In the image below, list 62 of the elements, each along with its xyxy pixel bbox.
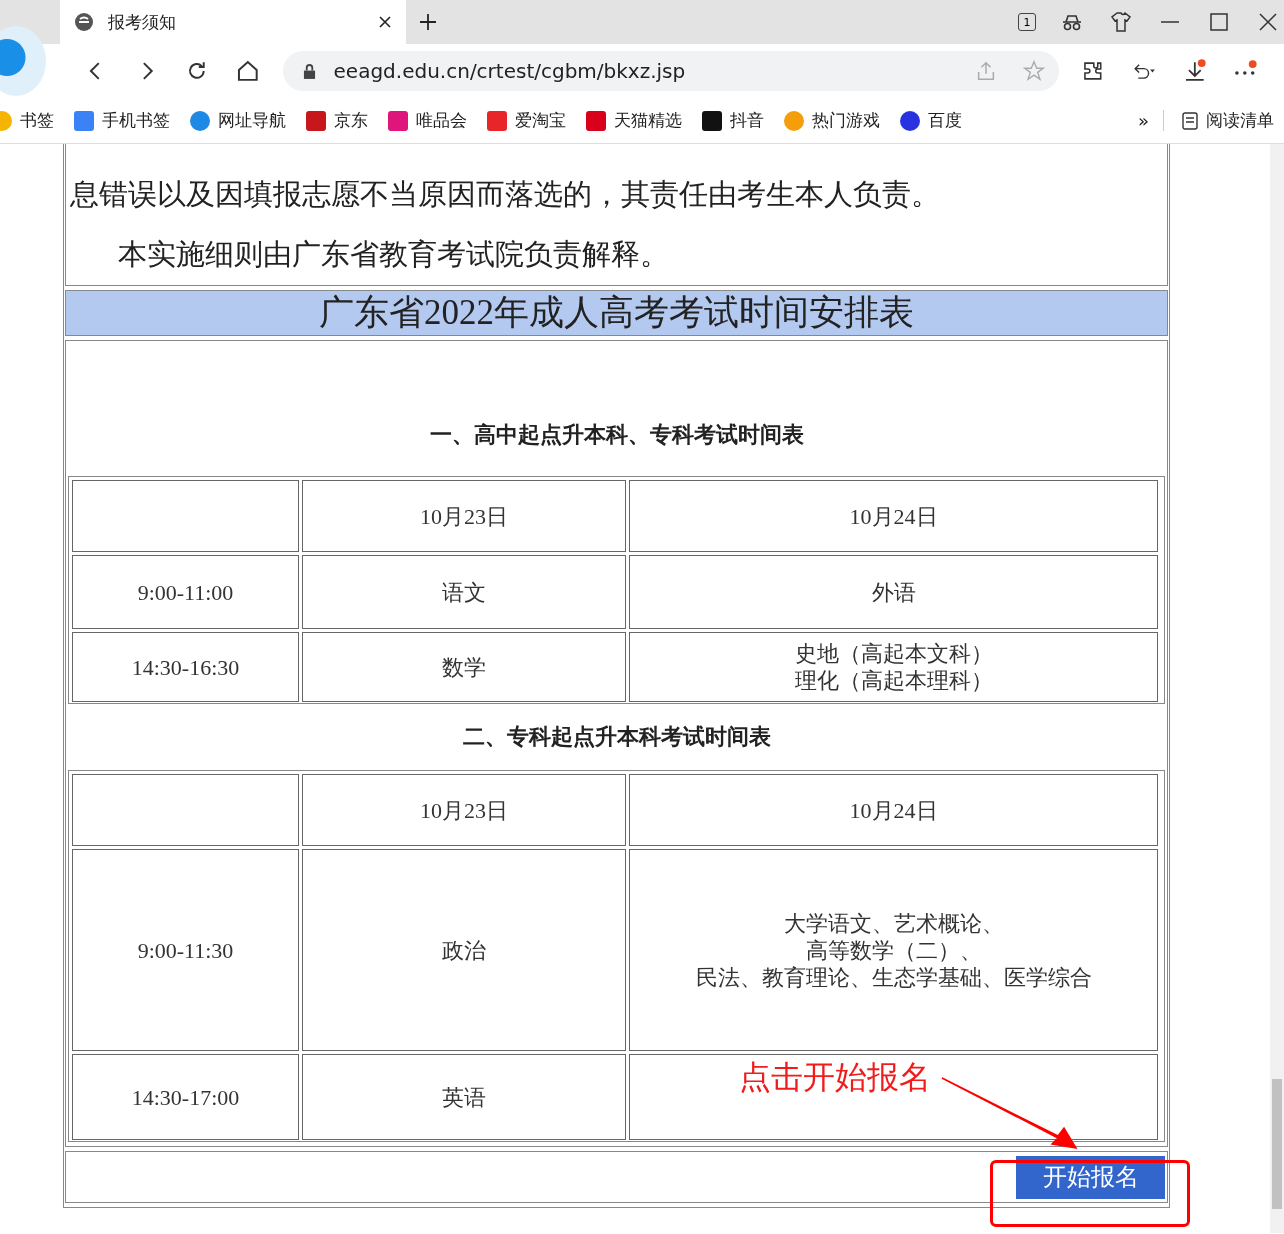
tab-title: 报考须知 (108, 10, 176, 34)
browser-logo-icon (0, 26, 46, 96)
tab-count-icon[interactable]: 1 (1018, 13, 1036, 31)
bookmark-item[interactable]: 爱淘宝 (487, 109, 566, 132)
reading-list-icon (1182, 111, 1198, 130)
close-icon[interactable] (378, 15, 392, 29)
bookmark-icon (306, 110, 326, 131)
table-cell: 数学 (302, 632, 626, 702)
bookmark-icon (900, 110, 920, 131)
cell-text: 史地（高起本文科） (794, 640, 993, 667)
section-heading: 二、专科起点升本科考试时间表 (461, 723, 772, 751)
url-text: eeagd.edu.cn/crtest/cgbm/bkxz.jsp (333, 59, 686, 83)
table-cell: 语文 (302, 555, 626, 629)
table-cell: 9:00-11:00 (72, 555, 299, 629)
paragraph: 本实施细则由广东省教育考试院负责解释。 (116, 237, 670, 272)
shirt-icon[interactable] (1109, 10, 1133, 34)
section-heading: 一、高中起点升本科、专科考试时间表 (428, 421, 805, 449)
table-cell: 9:00-11:30 (72, 849, 299, 1051)
lock-icon (302, 63, 316, 79)
paragraph: 息错误以及因填报志愿不当原因而落选的，其责任由考生本人负责。 (70, 177, 941, 212)
bookmark-icon (74, 110, 94, 131)
bookmark-item[interactable]: 抖音 (702, 109, 764, 132)
cell-text: 理化（高起本理科） (794, 667, 993, 694)
table-cell: 政治 (302, 849, 626, 1051)
bookmark-item[interactable]: 唯品会 (388, 109, 467, 132)
bookmark-icon (702, 110, 722, 131)
bookmark-item[interactable]: 热门游戏 (784, 109, 880, 132)
table-cell: 10月24日 (629, 774, 1158, 846)
table-cell: 英语 (302, 1054, 626, 1140)
schedule-title: 广东省2022年成人高考考试时间安排表 (65, 290, 1168, 336)
table-cell: 10月23日 (302, 480, 626, 552)
bookmark-icon (190, 110, 210, 131)
table-cell: 10月24日 (629, 480, 1158, 552)
address-bar[interactable]: eeagd.edu.cn/crtest/cgbm/bkxz.jsp (282, 51, 1060, 91)
cell-text: 大学语文、艺术概论、 (783, 909, 1004, 937)
table-cell: 14:30-17:00 (72, 1054, 299, 1140)
bookmark-icon (784, 110, 804, 131)
table-cell: 外语 (629, 555, 1158, 629)
bookmark-icon (586, 110, 606, 131)
more-bookmarks-button[interactable]: » (1138, 110, 1164, 131)
scrollbar[interactable] (1270, 144, 1284, 1233)
bookmark-item[interactable]: 网址导航 (190, 109, 286, 132)
cell-text: 民法、教育理论、生态学基础、医学综合 (695, 963, 1092, 991)
cell-text: 高等数学（二）、 (805, 936, 982, 964)
start-registration-button[interactable]: 开始报名 (1016, 1155, 1165, 1199)
table-cell: 10月23日 (302, 774, 626, 846)
table-cell: 14:30-16:30 (72, 632, 299, 702)
home-icon[interactable] (235, 59, 260, 83)
maximize-icon[interactable] (1207, 10, 1231, 34)
bookmark-icon (388, 110, 408, 131)
bookmark-item[interactable]: 书签 (0, 109, 54, 132)
annotation-text: 点击开始报名 (739, 1057, 931, 1098)
bookmark-icon (487, 110, 507, 131)
new-tab-icon[interactable] (418, 12, 438, 32)
page-icon (74, 12, 94, 32)
browser-tab[interactable]: 报考须知 (60, 0, 406, 44)
bookmark-item[interactable]: 百度 (900, 109, 962, 132)
bookmark-item[interactable]: 京东 (306, 109, 368, 132)
reading-list-button[interactable]: 阅读清单 (1182, 109, 1274, 132)
star-icon[interactable] (1023, 60, 1046, 82)
bookmark-item[interactable]: 天猫精选 (586, 109, 682, 132)
bookmark-item[interactable]: 手机书签 (74, 109, 170, 132)
